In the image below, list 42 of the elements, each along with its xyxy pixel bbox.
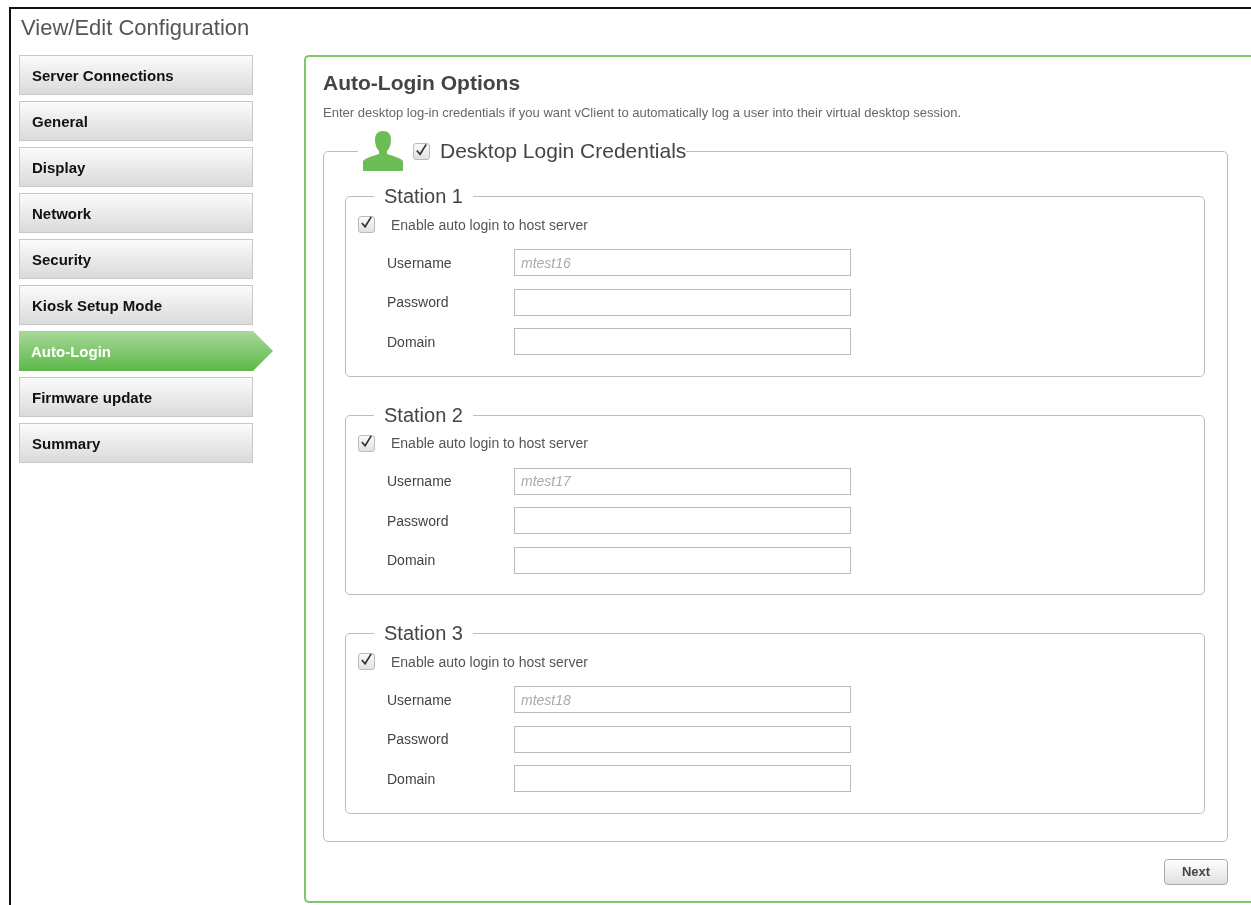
checkbox[interactable]	[358, 653, 375, 670]
user-icon	[363, 131, 403, 171]
panel-description: Enter desktop log-in credentials if you want vClient to automatically log a user into their virtual desktop session.	[323, 105, 963, 120]
panel-title: Auto-Login Options	[323, 71, 522, 95]
sidebar-item[interactable]: Display	[19, 147, 253, 187]
field-label: Password	[387, 512, 450, 529]
checkbox[interactable]	[413, 142, 430, 160]
checkbox-label: Enable auto login to host server	[391, 435, 588, 451]
input-field[interactable]	[514, 288, 851, 316]
field-label: Username	[387, 254, 453, 271]
input-field[interactable]: mtest18	[514, 686, 851, 714]
checkbox[interactable]	[358, 216, 375, 233]
sidebar-item[interactable]: Summary	[19, 423, 253, 463]
input-field[interactable]	[514, 546, 851, 574]
station-title: Station 2	[384, 403, 463, 426]
checkbox-label: Enable auto login to host server	[391, 653, 588, 670]
station-title: Station 1	[384, 185, 463, 207]
station-title: Station 3	[384, 622, 463, 644]
checkbox-label: Enable auto login to host server	[391, 216, 588, 233]
input-field[interactable]: mtest16	[514, 249, 851, 277]
sidebar-item[interactable]: Server Connections	[19, 55, 253, 95]
sidebar-item[interactable]: Security	[19, 239, 253, 279]
next-button[interactable]: Next	[1164, 858, 1228, 885]
field-label: Password	[387, 731, 450, 748]
input-field[interactable]	[514, 507, 851, 535]
input-field[interactable]	[514, 765, 851, 793]
field-label: Domain	[387, 552, 437, 569]
field-label: Username	[387, 691, 453, 708]
sidebar-item[interactable]: Network	[19, 193, 253, 233]
input-field[interactable]	[514, 725, 851, 753]
window-title: View/Edit Configuration	[20, 14, 251, 42]
input-field[interactable]	[514, 328, 851, 356]
checkbox[interactable]	[358, 434, 375, 452]
sidebar-item[interactable]: Firmware update	[19, 377, 253, 417]
field-label: Domain	[387, 333, 437, 350]
input-field[interactable]: mtest17	[514, 467, 851, 495]
field-label: Domain	[387, 770, 437, 787]
credentials-label: Desktop Login Credentials	[440, 139, 687, 163]
sidebar-item[interactable]: General	[19, 101, 253, 141]
field-label: Password	[387, 294, 450, 311]
sidebar-item[interactable]: Kiosk Setup Mode	[19, 285, 253, 325]
field-label: Username	[387, 473, 453, 490]
